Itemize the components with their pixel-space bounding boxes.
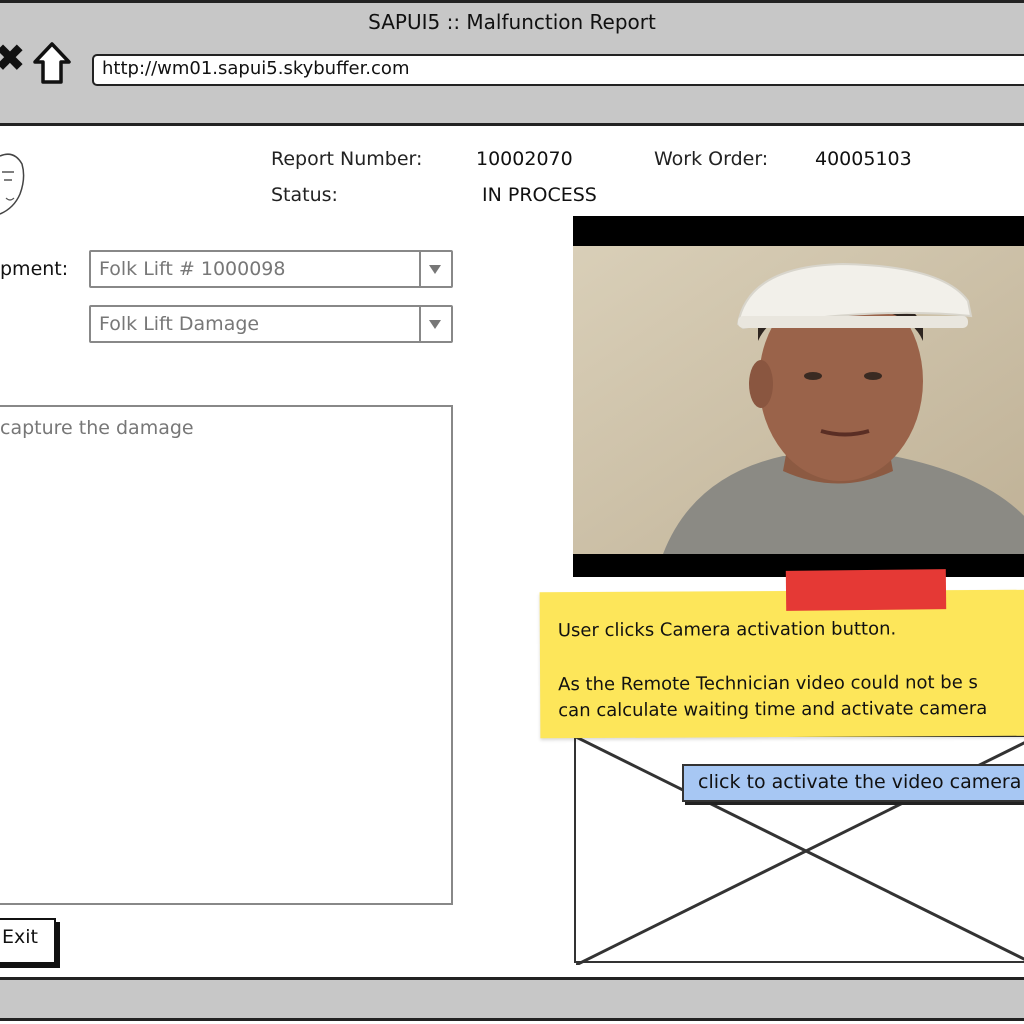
note-line: User clicks Camera activation button. [557,618,897,642]
window-title: SAPUI5 :: Malfunction Report [368,10,656,34]
chevron-down-icon[interactable] [419,307,451,341]
sticky-note: User clicks Camera activation button. As… [539,589,1024,739]
damage-type-select[interactable]: Folk Lift Damage [89,305,453,343]
note-line: can calculate waiting time and activate … [558,697,988,722]
damage-type-select-value: Folk Lift Damage [99,313,260,335]
damage-description-placeholder: capture the damage [0,417,194,439]
report-number-label: Report Number: [271,148,423,170]
technician-video-image [573,246,1024,554]
tape-decoration [785,569,947,611]
exit-button[interactable]: Exit [0,918,56,964]
equipment-select-value: Folk Lift # 1000098 [99,258,286,280]
work-order-value: 40005103 [815,148,912,170]
avatar [0,150,28,218]
note-line: As the Remote Technician video could not… [558,672,978,696]
equipment-label: pment: [0,258,69,280]
url-input[interactable]: http://wm01.sapui5.skybuffer.com [92,54,1024,86]
damage-description-textarea[interactable]: capture the damage [0,405,453,905]
work-order-label: Work Order: [654,148,769,170]
home-icon[interactable] [31,40,73,86]
status-label: Status: [271,184,338,206]
activate-camera-button[interactable]: click to activate the video camera [682,764,1024,802]
chevron-down-icon[interactable] [419,252,451,286]
browser-statusbar [0,977,1024,1021]
close-icon[interactable]: ✖ [0,38,26,78]
status-value: IN PROCESS [482,184,597,206]
equipment-select[interactable]: Folk Lift # 1000098 [89,250,453,288]
report-number-value: 10002070 [476,148,573,170]
